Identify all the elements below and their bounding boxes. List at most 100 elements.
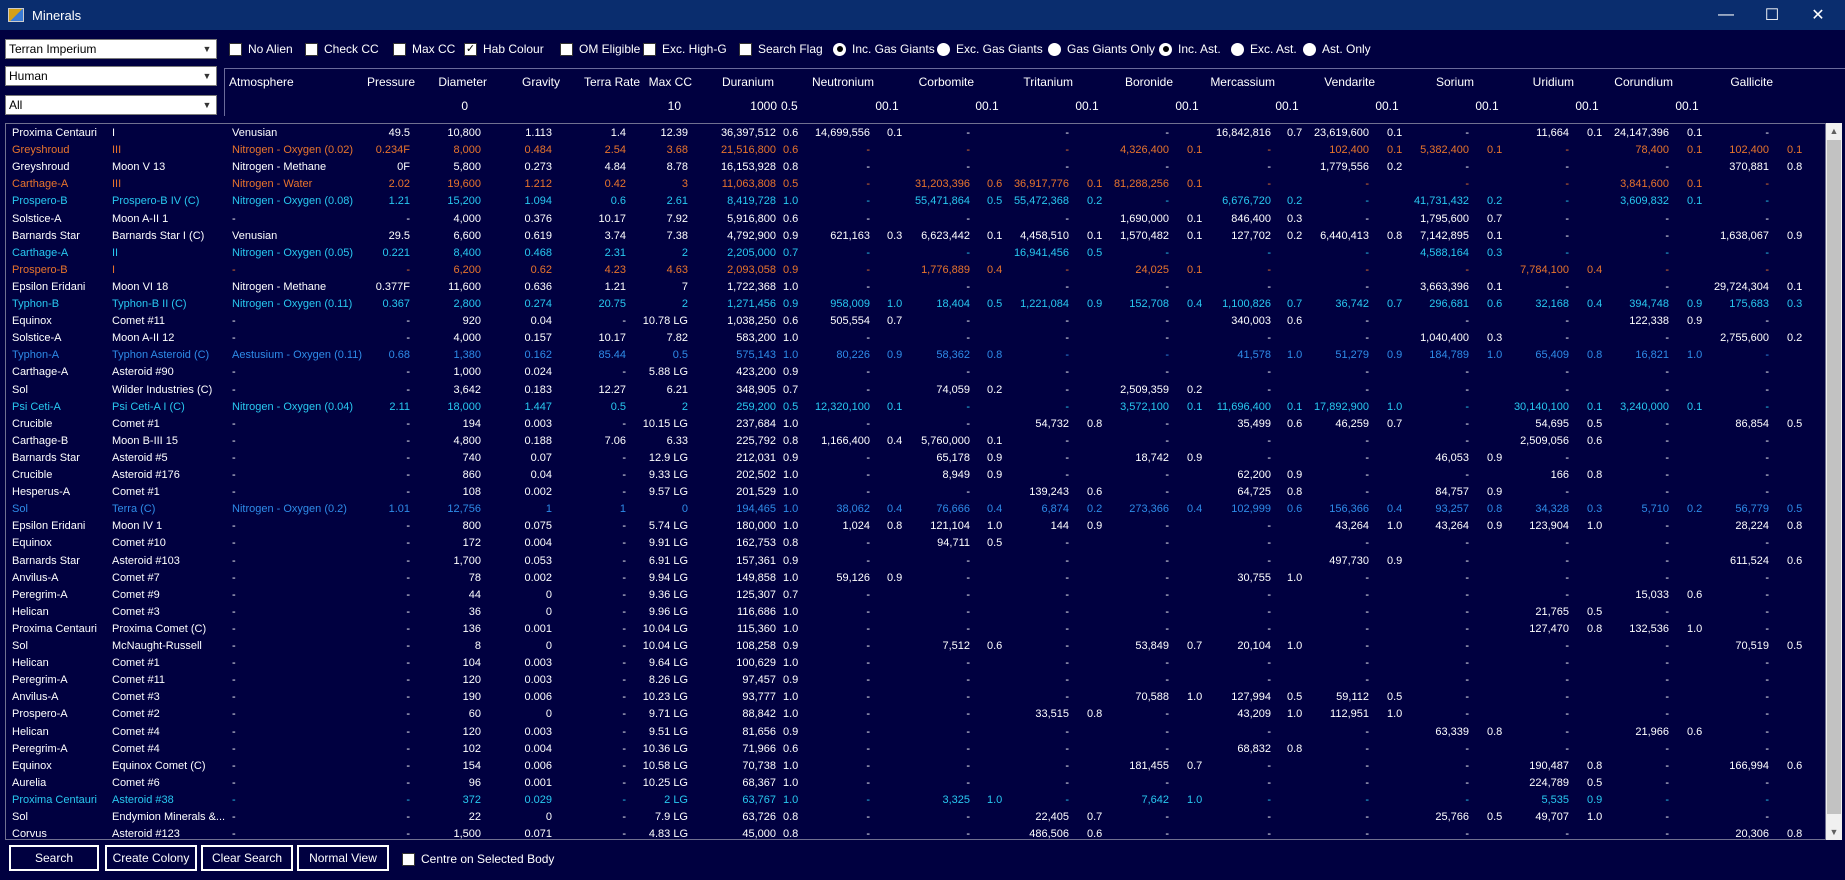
checkbox-box[interactable] [560, 42, 573, 56]
table-row[interactable]: Anvilus-A Comet #7- -78 0.002-9.94 LG 149,85… [6, 570, 1825, 587]
filter-value[interactable]: 0.5 [781, 99, 798, 113]
checkbox-box[interactable] [402, 852, 415, 866]
maximize-icon[interactable]: ☐ [1749, 0, 1795, 30]
radio-inc-ast[interactable]: Inc. Ast. [1159, 41, 1221, 57]
table-row[interactable]: Peregrim-A Comet #11- -120 0.003-8.26 LG 97,… [6, 672, 1825, 689]
table-row[interactable]: Helican Comet #4- -120 0.003-9.51 LG 81,656 0… [6, 724, 1825, 741]
table-row[interactable]: Typhon-B Typhon-B II (C) Nitrogen - Oxygen… [6, 296, 1825, 313]
checkbox-hab-colour[interactable]: ✓ Hab Colour [464, 41, 544, 57]
filter-value[interactable]: 0 [1622, 99, 1682, 113]
radio-gas-giants-only[interactable]: Gas Giants Only [1048, 41, 1155, 57]
table-row[interactable]: Solstice-A Moon A-II 12- -4,000 0.157 10.17 7… [6, 330, 1825, 347]
table-row[interactable]: Corvus Asteroid #123- -1,500 0.071-4.83 LG 4… [6, 826, 1825, 839]
table-row[interactable]: Proxima Centauri Asteroid #38- -372 0.029-2… [6, 792, 1825, 809]
radio-circle[interactable] [1048, 42, 1061, 56]
filter-value[interactable]: 1000 [717, 99, 777, 113]
close-icon[interactable]: ✕ [1795, 0, 1841, 30]
table-row[interactable]: Sol Wilder Industries (C) - -3,642 0.183 12.2… [6, 382, 1825, 399]
table-row[interactable]: Sol McNaught-Russell - -8 0-10.04 LG 108,258 0… [6, 638, 1825, 655]
filter-value[interactable]: 0 [822, 99, 882, 113]
filter-value[interactable]: 0 [1022, 99, 1082, 113]
table-row[interactable]: Helican Comet #3- -36 0-9.96 LG 116,686 1.0- -… [6, 604, 1825, 621]
table-row[interactable]: Prospero-B Prospero-B IV (C) Nitrogen - Ox… [6, 193, 1825, 210]
centre-on-selected-checkbox[interactable]: Centre on Selected Body [402, 851, 554, 867]
column-header-atmosphere[interactable]: Atmosphere [229, 75, 294, 89]
filter-value[interactable]: 0.1 [1082, 99, 1099, 113]
checkbox-max-cc[interactable]: Max CC [393, 41, 455, 57]
checkbox-om-eligible[interactable]: OM Eligible [560, 41, 640, 57]
table-row[interactable]: Typhon-A Typhon Asteroid (C) Aestusium - O… [6, 347, 1825, 364]
create-colony-button[interactable]: Create Colony [105, 845, 197, 871]
table-row[interactable]: Aurelia Comet #6- -96 0.001-10.25 LG 68,367 1… [6, 775, 1825, 792]
table-row[interactable]: Proxima Centauri I Venusian 49.5 10,800 1.113… [6, 125, 1825, 142]
radio-exc-gas-giants[interactable]: Exc. Gas Giants [937, 41, 1043, 57]
clear-search-button[interactable]: Clear Search [201, 845, 293, 871]
table-row[interactable]: Prospero-A Comet #2- -60 0-9.71 LG 88,842 1.0… [6, 706, 1825, 723]
vertical-scrollbar[interactable]: ▲ ▼ [1826, 123, 1842, 840]
checkbox-check-cc[interactable]: Check CC [305, 41, 379, 57]
table-row[interactable]: Epsilon Eridani Moon IV 1- -800 0.075-5.74 … [6, 518, 1825, 535]
checkbox-box[interactable] [305, 42, 318, 56]
table-row[interactable]: Barnards Star Asteroid #103- -1,700 0.053-6… [6, 553, 1825, 570]
table-row[interactable]: Anvilus-A Comet #3- -190 0.006-10.23 LG 93,7… [6, 689, 1825, 706]
radio-circle[interactable] [1159, 42, 1172, 56]
table-row[interactable]: Sol Terra (C) Nitrogen - Oxygen (0.2) 1.01 1… [6, 501, 1825, 518]
table-row[interactable]: Carthage-A III Nitrogen - Water 2.02 19,600 1… [6, 176, 1825, 193]
radio-circle[interactable] [1303, 42, 1316, 56]
table-row[interactable]: Crucible Asteroid #176- -860 0.04-9.33 LG 20… [6, 467, 1825, 484]
radio-exc-ast[interactable]: Exc. Ast. [1231, 41, 1297, 57]
filter-value[interactable]: 0.1 [1382, 99, 1399, 113]
table-row[interactable]: Crucible Comet #1- -194 0.003-10.15 LG 237,6… [6, 416, 1825, 433]
filter-value[interactable]: 0 [922, 99, 982, 113]
chevron-down-icon[interactable]: ▼ [199, 97, 215, 113]
table-row[interactable]: Helican Comet #1- -104 0.003-9.64 LG 100,629… [6, 655, 1825, 672]
filter-value[interactable]: 0.1 [882, 99, 899, 113]
column-header-gallicite[interactable]: Gallicite [1653, 75, 1773, 89]
scope-select[interactable]: All ▼ [5, 95, 217, 115]
filter-value[interactable]: 0 [1422, 99, 1482, 113]
radio-ast-only[interactable]: Ast. Only [1303, 41, 1371, 57]
checkbox-box[interactable] [229, 42, 242, 56]
table-row[interactable]: Barnards Star Asteroid #5- -740 0.07-12.9 L… [6, 450, 1825, 467]
scroll-up-icon[interactable]: ▲ [1826, 123, 1842, 139]
checkbox-box[interactable] [643, 42, 656, 56]
table-row[interactable]: Solstice-A Moon A-II 1- -4,000 0.376 10.17 7.… [6, 211, 1825, 228]
filter-value[interactable]: 0 [1522, 99, 1582, 113]
filter-value[interactable]: 10 [621, 99, 681, 113]
radio-circle[interactable] [833, 42, 846, 56]
table-row[interactable]: Equinox Equinox Comet (C) - -154 0.006-10.58… [6, 758, 1825, 775]
chevron-down-icon[interactable]: ▼ [199, 41, 215, 57]
table-row[interactable]: Epsilon Eridani Moon VI 18 Nitrogen - Meth… [6, 279, 1825, 296]
table-row[interactable]: Carthage-A Asteroid #90- -1,000 0.024-5.88 … [6, 364, 1825, 381]
table-row[interactable]: Hesperus-A Comet #1- -108 0.002-9.57 LG 201,… [6, 484, 1825, 501]
filter-value[interactable]: 0 [1122, 99, 1182, 113]
table-row[interactable]: Peregrim-A Comet #4- -102 0.004-10.36 LG 71,… [6, 741, 1825, 758]
table-row[interactable]: Prospero-B I - -6,200 0.62 4.23 4.63 2,093,058 0… [6, 262, 1825, 279]
minimize-icon[interactable]: — [1703, 0, 1749, 30]
checkbox-search-flag[interactable]: Search Flag [739, 41, 823, 57]
filter-value[interactable]: 0.1 [1682, 99, 1699, 113]
filter-value[interactable]: 0 [1222, 99, 1282, 113]
table-row[interactable]: Carthage-B Moon B-III 15- -4,800 0.188 7.06 6… [6, 433, 1825, 450]
race-select[interactable]: Terran Imperium ▼ [5, 39, 217, 59]
filter-value[interactable]: 0.1 [1582, 99, 1599, 113]
checkbox-box[interactable] [393, 42, 406, 56]
filter-value[interactable]: 0.1 [982, 99, 999, 113]
radio-circle[interactable] [1231, 42, 1244, 56]
radio-circle[interactable] [937, 42, 950, 56]
filter-value[interactable]: 0.1 [1282, 99, 1299, 113]
normal-view-button[interactable]: Normal View [297, 845, 389, 871]
filter-value[interactable]: 0.1 [1182, 99, 1199, 113]
filter-value[interactable]: 0 [408, 99, 468, 113]
filter-value[interactable]: 0 [1322, 99, 1382, 113]
table-row[interactable]: Equinox Comet #11- -920 0.04-10.78 LG 1,038,… [6, 313, 1825, 330]
table-row[interactable]: Proxima Centauri Proxima Comet (C) - -136 0.… [6, 621, 1825, 638]
filter-value[interactable]: 0.1 [1482, 99, 1499, 113]
minerals-table[interactable]: Proxima Centauri I Venusian 49.5 10,800 1.113… [5, 123, 1826, 840]
scroll-down-icon[interactable]: ▼ [1826, 824, 1842, 840]
table-row[interactable]: Barnards Star Barnards Star I (C) Venusian… [6, 228, 1825, 245]
checkbox-box[interactable] [739, 42, 752, 56]
search-button[interactable]: Search [9, 845, 99, 871]
scroll-thumb[interactable] [1827, 140, 1841, 814]
checkbox-exc-high-g[interactable]: Exc. High-G [643, 41, 727, 57]
